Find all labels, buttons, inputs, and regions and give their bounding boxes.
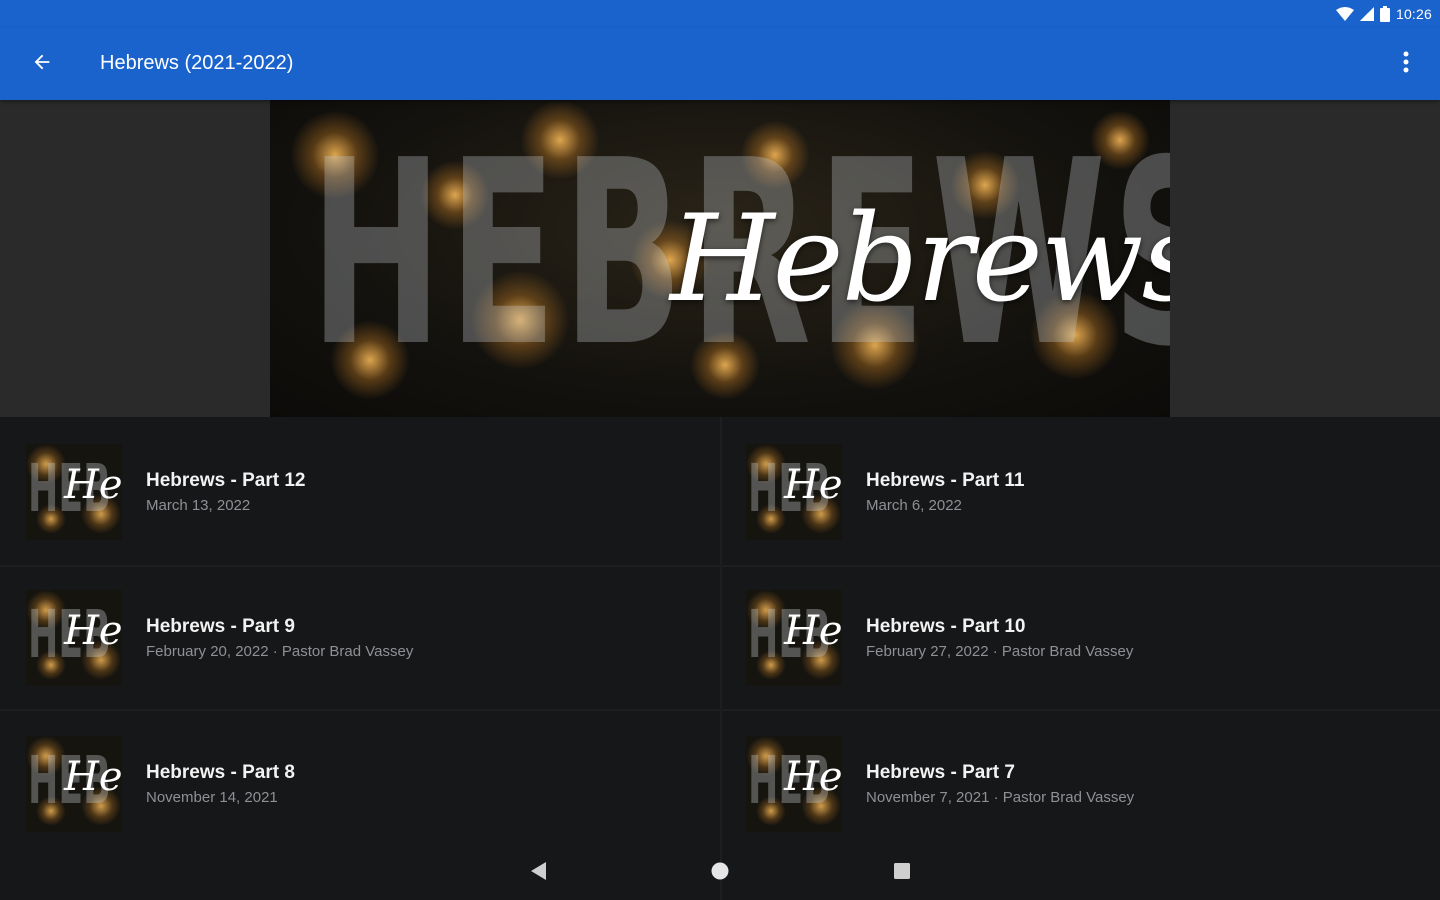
sermon-thumbnail: HEB Heb bbox=[26, 736, 122, 832]
sermon-subtitle: March 6, 2022 bbox=[866, 497, 962, 514]
sermon-subtitle: February 27, 2022 · Pastor Brad Vassey bbox=[866, 643, 1134, 660]
sermon-list: HEB Heb Hebrews - Part 12 March 13, 2022… bbox=[0, 417, 1440, 900]
sermon-title: Hebrews - Part 11 bbox=[866, 470, 1025, 491]
sermon-item[interactable]: HEB Heb Hebrews - Part 11 March 6, 2022 bbox=[720, 417, 1440, 563]
nav-back-button[interactable] bbox=[520, 855, 556, 891]
status-icons: 10:26 bbox=[1335, 5, 1432, 23]
overflow-menu-button[interactable] bbox=[1382, 40, 1430, 88]
thumbnail-script-text: Heb bbox=[784, 754, 842, 800]
thumbnail-script-text: Heb bbox=[64, 754, 122, 800]
sermon-item[interactable]: HEB Heb Hebrews - Part 12 March 13, 2022 bbox=[0, 417, 720, 563]
app-bar: Hebrews (2021-2022) bbox=[0, 28, 1440, 100]
series-banner-image: HEBREWS Hebrews bbox=[270, 100, 1170, 417]
system-nav-bar bbox=[0, 846, 1440, 900]
back-button[interactable] bbox=[18, 40, 66, 88]
nav-home-button[interactable] bbox=[702, 855, 738, 891]
sermon-item[interactable]: HEB Heb Hebrews - Part 9 February 20, 20… bbox=[0, 563, 720, 709]
arrow-left-icon bbox=[31, 51, 53, 78]
sermon-item[interactable]: HEB Heb Hebrews - Part 10 February 27, 2… bbox=[720, 563, 1440, 709]
clock: 10:26 bbox=[1395, 6, 1432, 22]
more-vert-icon bbox=[1403, 51, 1409, 78]
sermon-item[interactable]: HEB Heb Hebrews - Part 8 November 14, 20… bbox=[0, 709, 720, 855]
battery-icon bbox=[1379, 6, 1390, 22]
sermon-subtitle: November 14, 2021 bbox=[146, 789, 278, 806]
thumbnail-script-text: Heb bbox=[784, 462, 842, 508]
nav-back-icon bbox=[529, 861, 547, 886]
sermon-thumbnail: HEB Heb bbox=[26, 590, 122, 686]
sermon-thumbnail: HEB Heb bbox=[746, 590, 842, 686]
status-bar: 10:26 bbox=[0, 0, 1440, 28]
sermon-title: Hebrews - Part 8 bbox=[146, 762, 295, 783]
sermon-subtitle: February 20, 2022 · Pastor Brad Vassey bbox=[146, 643, 414, 660]
sermon-thumbnail: HEB Heb bbox=[746, 444, 842, 540]
nav-recents-icon bbox=[893, 862, 911, 885]
sermon-title: Hebrews - Part 12 bbox=[146, 470, 306, 491]
sermon-item[interactable]: HEB Heb Hebrews - Part 7 November 7, 202… bbox=[720, 709, 1440, 855]
sermon-thumbnail: HEB Heb bbox=[746, 736, 842, 832]
thumbnail-script-text: Heb bbox=[64, 608, 122, 654]
thumbnail-script-text: Heb bbox=[64, 462, 122, 508]
nav-recents-button[interactable] bbox=[884, 855, 920, 891]
nav-home-icon bbox=[710, 861, 730, 886]
thumbnail-script-text: Heb bbox=[784, 608, 842, 654]
sermon-thumbnail: HEB Heb bbox=[26, 444, 122, 540]
wifi-icon bbox=[1335, 7, 1354, 21]
screen: 10:26 Hebrews (2021-2022) HEBREWS Hebrew… bbox=[0, 0, 1440, 900]
sermon-title: Hebrews - Part 7 bbox=[866, 762, 1015, 783]
sermon-subtitle: March 13, 2022 bbox=[146, 497, 251, 514]
sermon-title: Hebrews - Part 10 bbox=[866, 616, 1026, 637]
sermon-title: Hebrews - Part 9 bbox=[146, 616, 295, 637]
page-title: Hebrews (2021-2022) bbox=[100, 52, 294, 74]
signal-icon bbox=[1359, 7, 1374, 21]
banner-script-text: Hebrews bbox=[670, 190, 1170, 329]
sermon-subtitle: November 7, 2021 · Pastor Brad Vassey bbox=[866, 789, 1135, 806]
banner-area: HEBREWS Hebrews bbox=[0, 100, 1440, 417]
